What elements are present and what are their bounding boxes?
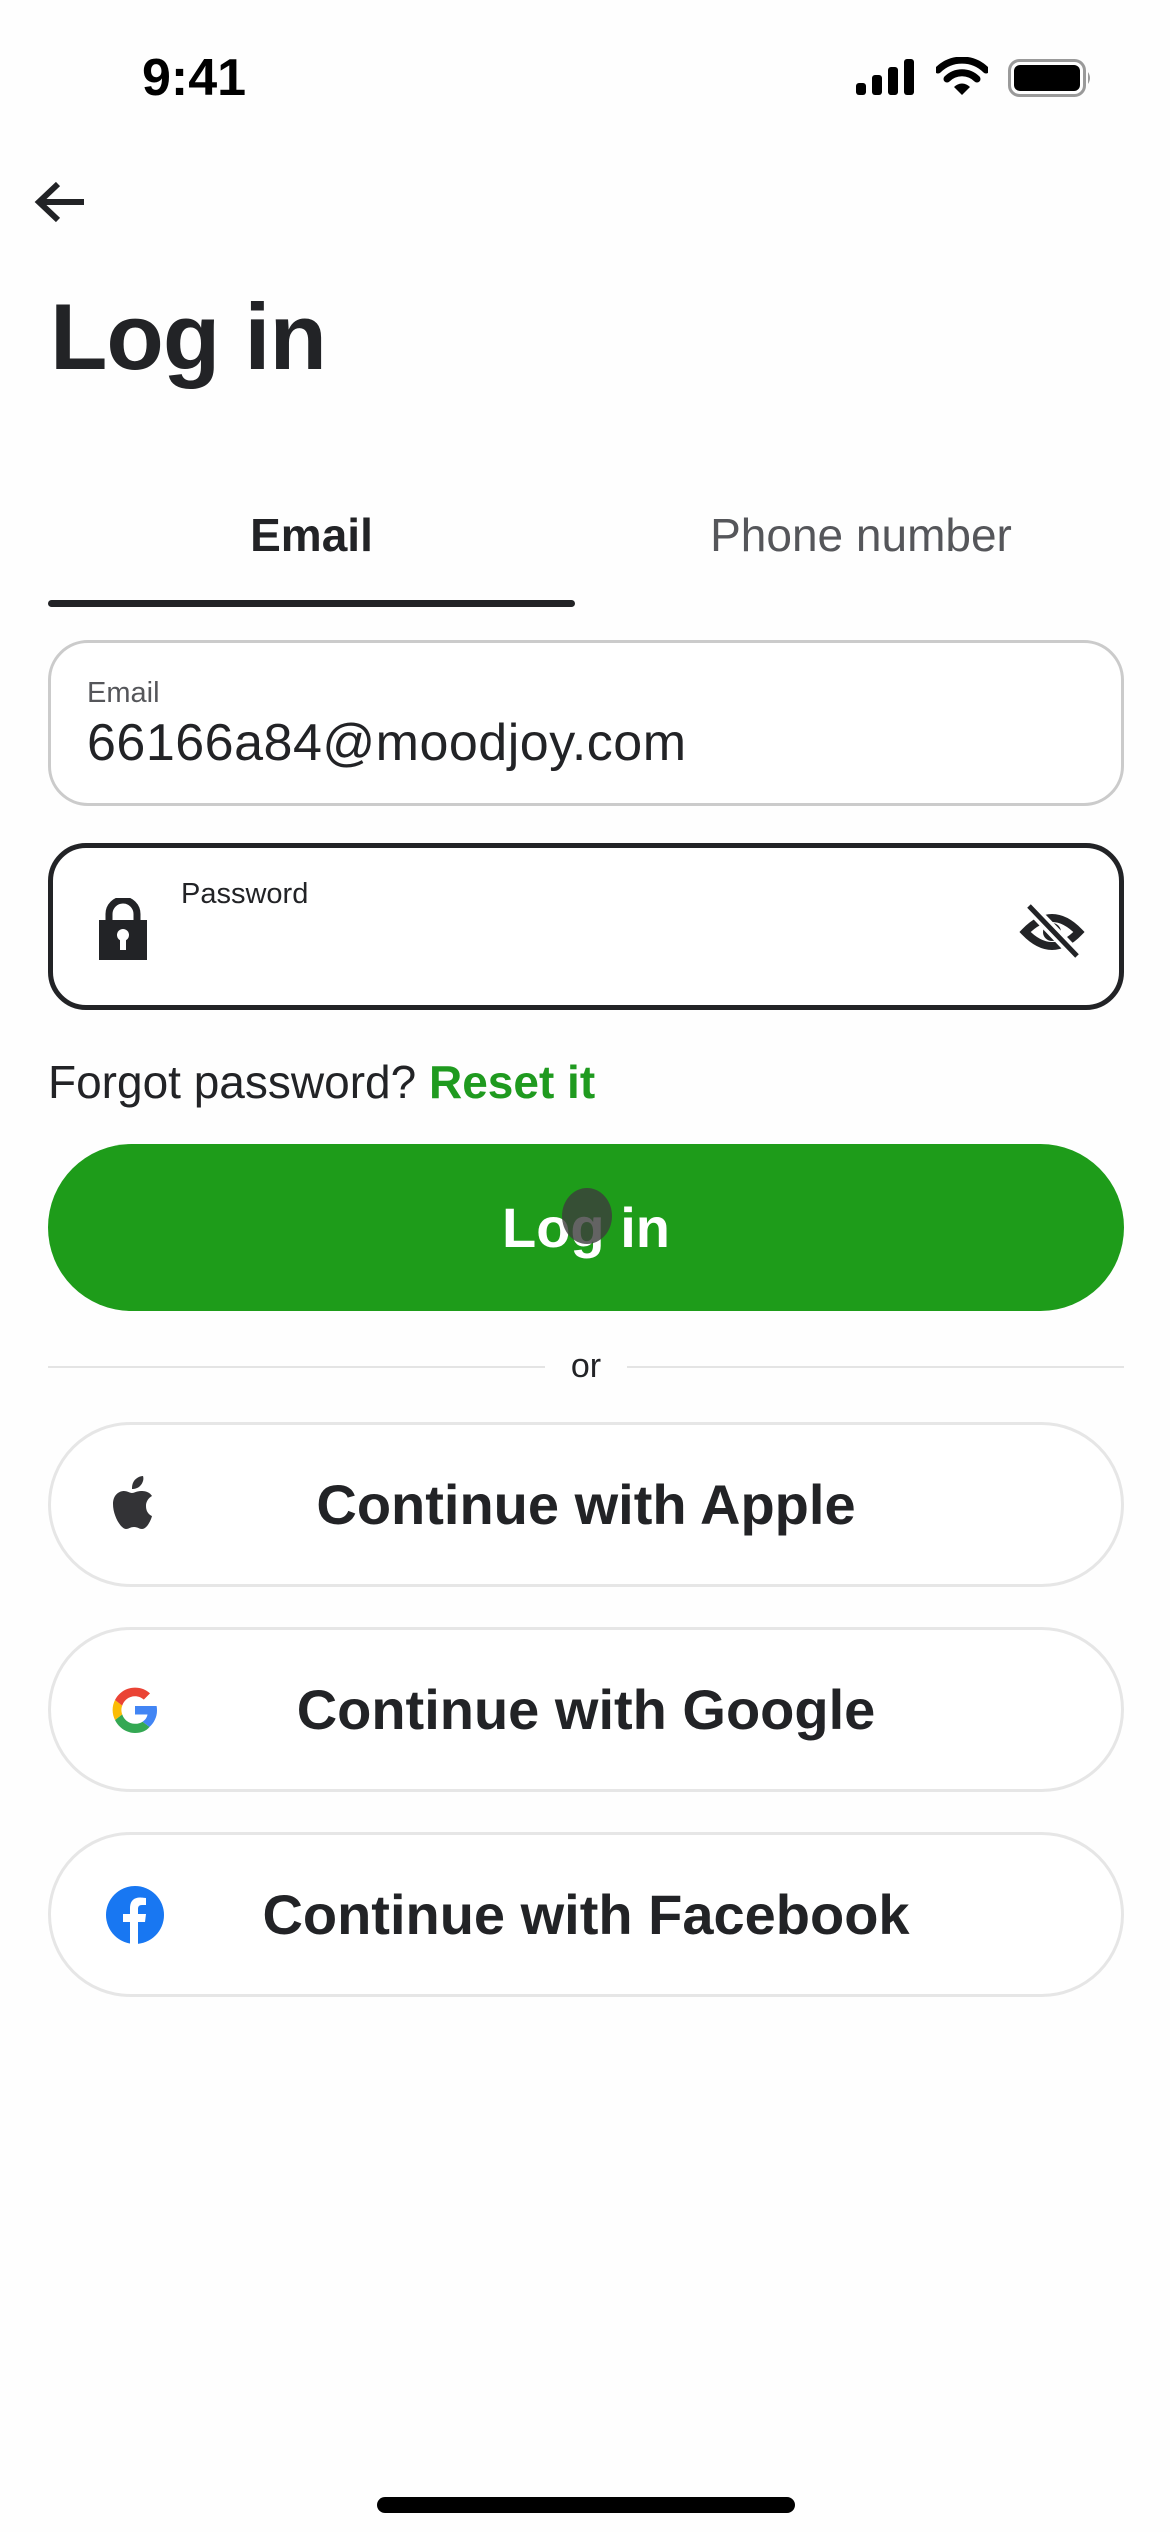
email-field[interactable]: Email 66166a84@moodjoy.com xyxy=(48,640,1124,806)
lock-icon xyxy=(99,898,147,960)
continue-with-apple-label: Continue with Apple xyxy=(316,1473,856,1536)
continue-with-facebook-label: Continue with Facebook xyxy=(262,1883,910,1946)
status-time: 9:41 xyxy=(142,49,247,107)
forgot-password-row: Forgot password? Reset it xyxy=(48,1052,595,1112)
cellular-signal-icon xyxy=(856,59,914,95)
active-tab-indicator xyxy=(48,600,575,607)
divider-line-left xyxy=(48,1366,545,1368)
wifi-icon xyxy=(936,57,988,95)
continue-with-apple-button[interactable]: Continue with Apple xyxy=(48,1422,1124,1587)
tab-phone-number[interactable]: Phone number xyxy=(596,500,1126,570)
forgot-password-text: Forgot password? xyxy=(48,1056,417,1108)
email-field-value[interactable]: 66166a84@moodjoy.com xyxy=(87,713,687,773)
divider-or-text: or xyxy=(570,1347,602,1385)
battery-icon xyxy=(1008,59,1090,97)
password-field-label: Password xyxy=(181,878,309,910)
touch-indicator xyxy=(562,1188,612,1244)
tab-email[interactable]: Email xyxy=(48,500,575,570)
home-indicator xyxy=(377,2497,795,2513)
password-field[interactable]: Password xyxy=(48,843,1124,1010)
email-field-label: Email xyxy=(87,677,160,709)
continue-with-google-button[interactable]: Continue with Google xyxy=(48,1627,1124,1792)
page-title: Log in xyxy=(50,284,327,389)
reset-password-link[interactable]: Reset it xyxy=(429,1056,595,1108)
continue-with-facebook-button[interactable]: Continue with Facebook xyxy=(48,1832,1124,1997)
divider-line-right xyxy=(627,1366,1124,1368)
continue-with-google-label: Continue with Google xyxy=(296,1678,876,1741)
eye-off-icon[interactable] xyxy=(1019,902,1085,960)
back-arrow-icon[interactable] xyxy=(34,180,86,224)
